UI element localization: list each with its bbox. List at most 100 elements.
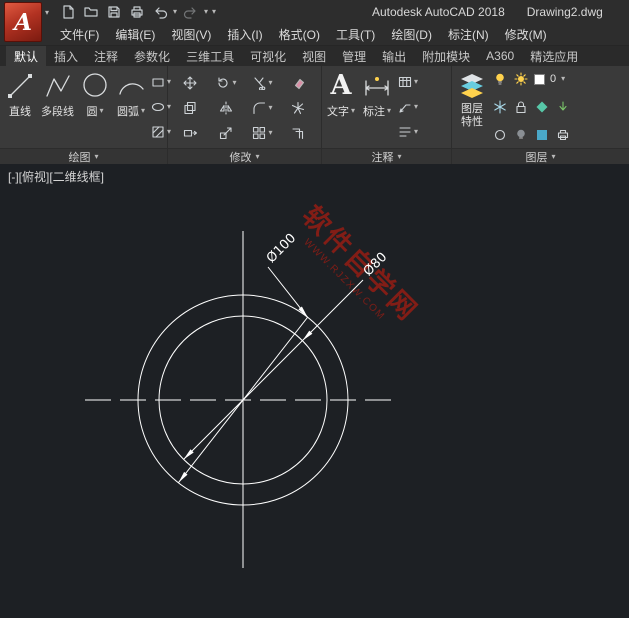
tab-output[interactable]: 输出 [374, 46, 414, 66]
viewport-controls[interactable]: [-][俯视][二维线框] [8, 168, 104, 185]
menu-item-draw[interactable]: 绘图(D) [383, 23, 440, 46]
layer-freeze-all-button[interactable] [492, 99, 508, 115]
layer-isolate-button[interactable] [534, 99, 550, 115]
array-tool-button[interactable] [251, 125, 267, 141]
array-chevron-icon[interactable]: ▾ [268, 129, 272, 137]
menu-item-view[interactable]: 视图(V) [163, 23, 219, 46]
draw-panel-chevron-icon: ▾ [94, 153, 98, 161]
save-button[interactable] [104, 3, 123, 22]
dimension-d80[interactable]: Ø80 [184, 250, 391, 460]
dimension-chevron-icon[interactable]: ▾ [387, 107, 391, 115]
menu-item-edit[interactable]: 编辑(E) [107, 23, 163, 46]
layer-color-button[interactable] [534, 127, 550, 143]
fillet-chevron-icon[interactable]: ▾ [268, 104, 272, 112]
menu-item-tools[interactable]: 工具(T) [328, 23, 383, 46]
dimension-d80-text[interactable]: Ø80 [361, 250, 391, 280]
layer-dropdown-chevron-icon[interactable]: ▾ [561, 75, 565, 83]
annotation-panel-title-button[interactable]: 注释▾ [322, 149, 452, 164]
trim-chevron-icon[interactable]: ▾ [268, 79, 272, 87]
layer-freeze-button[interactable] [513, 71, 529, 87]
tab-insert[interactable]: 插入 [46, 46, 86, 66]
open-folder-icon [83, 4, 99, 20]
mirror-tool-button[interactable] [218, 100, 234, 116]
undo-chevron-icon[interactable]: ▾ [173, 8, 177, 16]
tab-3d-tools[interactable]: 三维工具 [178, 46, 242, 66]
menu-item-insert[interactable]: 插入(I) [219, 23, 270, 46]
redo-icon [183, 4, 199, 20]
open-file-button[interactable] [81, 3, 100, 22]
table-tool-button[interactable] [397, 74, 413, 90]
menu-item-modify[interactable]: 修改(M) [497, 23, 555, 46]
rotate-tool-button[interactable] [215, 75, 231, 91]
move-tool-button[interactable] [182, 75, 198, 91]
layer-properties-button[interactable]: 图层特性 [455, 69, 489, 145]
app-title-text: Autodesk AutoCAD 2018 [372, 5, 505, 19]
scale-tool-button[interactable] [218, 125, 234, 141]
plot-button[interactable] [127, 3, 146, 22]
draw-panel-title-button[interactable]: 绘图▾ [0, 149, 168, 164]
tab-addins[interactable]: 附加模块 [414, 46, 478, 66]
arc-tool-button[interactable]: 圆弧▾ [114, 69, 148, 145]
rectangle-icon [151, 75, 165, 89]
tab-view[interactable]: 视图 [294, 46, 334, 66]
layer-walk-button[interactable] [492, 127, 508, 143]
tab-annotate[interactable]: 注释 [86, 46, 126, 66]
menu-item-format[interactable]: 格式(O) [271, 23, 328, 46]
polyline-tool-label: 多段线 [41, 103, 74, 119]
rectangle-tool-button[interactable] [150, 74, 166, 90]
explode-tool-button[interactable] [290, 100, 306, 116]
fillet-tool-button[interactable] [251, 100, 267, 116]
leader-chevron-icon[interactable]: ▾ [414, 103, 418, 111]
redo-button[interactable] [181, 3, 200, 22]
dimension-tool-button[interactable]: 标注▾ [359, 69, 395, 145]
stretch-tool-button[interactable] [182, 125, 198, 141]
drawing-area[interactable]: [-][俯视][二维线框] 软件自学网 WWW.RJZXW.COM Ø100 [0, 164, 629, 618]
application-menu-button[interactable]: A [4, 2, 42, 42]
text-style-button[interactable] [397, 124, 413, 140]
table-chevron-icon[interactable]: ▾ [414, 78, 418, 86]
rotate-chevron-icon[interactable]: ▾ [232, 79, 236, 87]
layer-on-off-button[interactable] [492, 71, 508, 87]
text-tool-button[interactable]: A 文字▾ [325, 69, 357, 145]
trim-tool-button[interactable] [251, 75, 267, 91]
dimension-d100-text[interactable]: Ø100 [264, 231, 299, 266]
new-file-button[interactable] [58, 3, 77, 22]
annotation-extra-column: ▾ ▾ ▾ [397, 69, 418, 145]
arc-chevron-icon[interactable]: ▾ [141, 107, 145, 115]
tab-parametric[interactable]: 参数化 [126, 46, 178, 66]
ribbon-tab-bar: 默认 插入 注释 参数化 三维工具 可视化 视图 管理 输出 附加模块 A360… [0, 46, 629, 66]
modify-panel-title-button[interactable]: 修改▾ [168, 149, 322, 164]
erase-tool-button[interactable] [290, 75, 306, 91]
tab-featured-apps[interactable]: 精选应用 [522, 46, 586, 66]
tab-default[interactable]: 默认 [6, 46, 46, 66]
tab-visualize[interactable]: 可视化 [242, 46, 294, 66]
scale-icon [219, 126, 233, 140]
leader-tool-button[interactable] [397, 99, 413, 115]
layer-match-button[interactable] [555, 99, 571, 115]
tab-a360[interactable]: A360 [478, 46, 522, 66]
undo-button[interactable] [150, 3, 169, 22]
application-menu-chevron-icon[interactable]: ▾ [45, 8, 49, 17]
menu-item-file[interactable]: 文件(F) [52, 23, 107, 46]
text-style-chevron-icon[interactable]: ▾ [414, 128, 418, 136]
hatch-tool-button[interactable] [150, 124, 166, 140]
copy-tool-button[interactable] [182, 100, 198, 116]
polyline-tool-button[interactable]: 多段线 [39, 69, 76, 145]
layer-lock-button[interactable] [513, 99, 529, 115]
offset-tool-button[interactable] [290, 125, 306, 141]
qat-customize-chevron-icon[interactable]: ▾ [212, 8, 216, 16]
circle-chevron-icon[interactable]: ▾ [99, 107, 103, 115]
model-space[interactable]: Ø100 Ø80 [0, 164, 629, 618]
redo-chevron-icon[interactable]: ▾ [204, 8, 208, 16]
layers-panel-title-button[interactable]: 图层▾ [452, 149, 629, 164]
text-chevron-icon[interactable]: ▾ [351, 107, 355, 115]
menu-item-dimension[interactable]: 标注(N) [440, 23, 497, 46]
line-tool-button[interactable]: 直线 [3, 69, 37, 145]
layer-off-button[interactable] [513, 127, 529, 143]
layer-plot-button[interactable] [555, 127, 571, 143]
tab-manage[interactable]: 管理 [334, 46, 374, 66]
modify-tool-grid: ▾ ▾ ▾ ▾ [171, 69, 317, 145]
ellipse-tool-button[interactable] [150, 99, 166, 115]
circle-tool-button[interactable]: 圆▾ [78, 69, 112, 145]
layer-color-swatch[interactable] [534, 74, 545, 85]
